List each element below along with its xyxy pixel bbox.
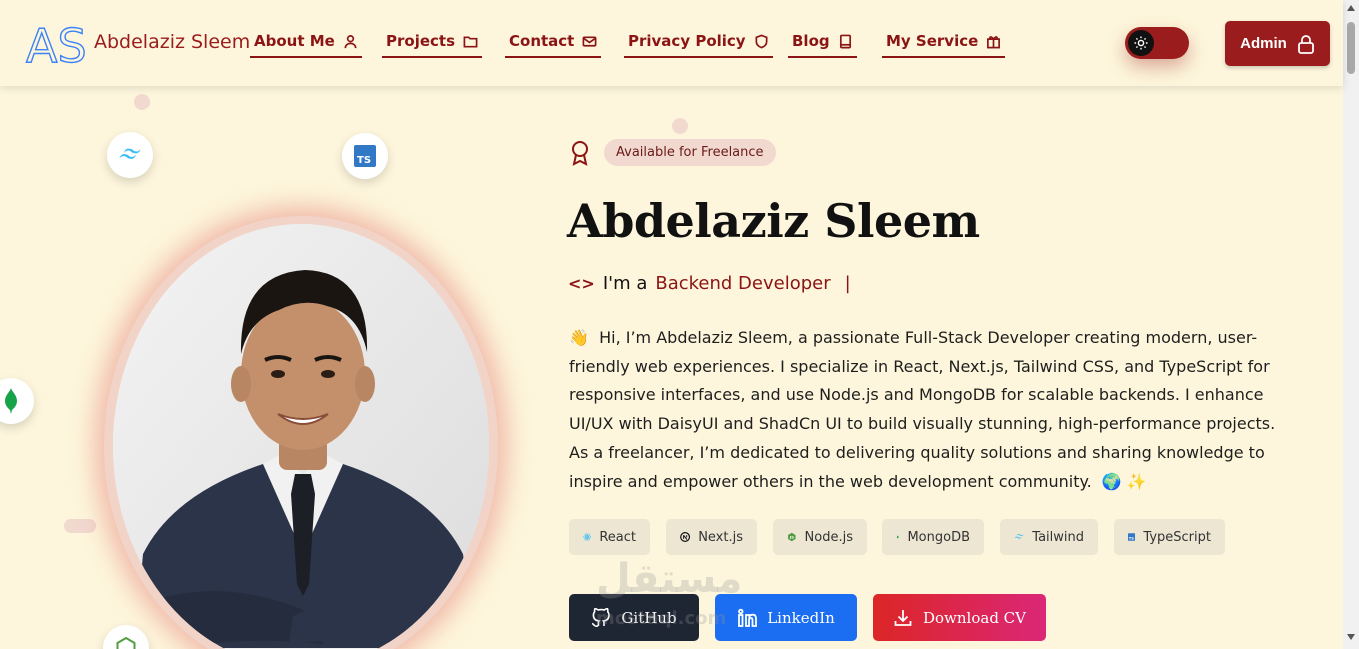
chip-tailwind-label: Tailwind [1032, 529, 1084, 545]
typescript-icon: TS [354, 145, 376, 167]
globe-sparkles-emoji: 🌍 ✨ [1101, 471, 1147, 491]
admin-button[interactable]: Admin [1225, 21, 1330, 66]
chip-nodejs-label: Node.js [804, 529, 853, 545]
nav-projects-label: Projects [386, 32, 456, 50]
nav-projects[interactable]: Projects [382, 32, 483, 58]
role-title: Backend Developer [655, 273, 831, 294]
linkedin-label: LinkedIn [767, 608, 835, 627]
nav-contact-label: Contact [509, 32, 575, 50]
availability-badge: Available for Freelance [604, 139, 776, 166]
theme-toggle[interactable] [1125, 27, 1189, 59]
profile-photo [113, 224, 489, 649]
mongodb-badge [0, 378, 34, 424]
download-cv-button[interactable]: Download CV [873, 594, 1046, 641]
chip-mongodb-label: MongoDB [907, 529, 970, 545]
chip-react-label: React [599, 529, 636, 545]
shield-icon [755, 34, 768, 48]
github-icon [592, 607, 611, 627]
sun-icon [1128, 30, 1154, 56]
mongodb-icon [5, 388, 17, 414]
role-prefix: I'm a [602, 273, 648, 294]
mail-icon [582, 35, 597, 47]
github-button[interactable]: GitHub [569, 594, 699, 641]
chip-nextjs-label: Next.js [698, 529, 743, 545]
nav-privacy-policy-label: Privacy Policy [628, 32, 746, 50]
nav-contact[interactable]: Contact [505, 32, 602, 58]
svg-text:AS: AS [26, 19, 86, 68]
chip-tailwind[interactable]: Tailwind [1000, 519, 1098, 555]
role-line: <> I'm a Backend Developer | [568, 273, 851, 294]
page-scrollbar[interactable] [1343, 0, 1359, 649]
svg-text:JS: JS [789, 536, 794, 540]
github-label: GitHub [621, 608, 677, 627]
svg-text:TS: TS [357, 155, 371, 166]
chip-typescript-label: TypeScript [1143, 529, 1211, 545]
brand-name[interactable]: Abdelaziz Sleem [94, 31, 250, 53]
wave-emoji: 👋 [569, 328, 589, 347]
chip-typescript[interactable]: TS TypeScript [1114, 519, 1225, 555]
mongodb-icon [896, 535, 899, 539]
typescript-badge: TS [342, 133, 388, 179]
logo-icon[interactable]: AS [24, 18, 86, 68]
hero-name: Abdelaziz Sleem [567, 194, 980, 248]
nextjs-icon [680, 532, 691, 542]
bio-text: Hi, I’m Abdelaziz Sleem, a passionate Fu… [569, 328, 1276, 491]
code-icon: <> [568, 274, 595, 293]
decor-pill [64, 519, 96, 533]
linkedin-icon [738, 608, 758, 627]
navbar: AS Abdelaziz Sleem About Me Projects Con… [0, 0, 1343, 86]
typing-cursor: | [844, 273, 851, 294]
admin-label: Admin [1240, 35, 1287, 52]
decor-dot [134, 94, 150, 110]
chip-react[interactable]: React [569, 519, 650, 555]
nav-blog-label: Blog [792, 32, 830, 50]
user-icon [344, 34, 357, 48]
react-icon [583, 533, 592, 541]
chip-mongodb[interactable]: MongoDB [882, 519, 984, 555]
nav-privacy-policy[interactable]: Privacy Policy [624, 32, 773, 58]
lock-icon [1297, 34, 1314, 54]
nodejs-icon [116, 637, 136, 649]
profile-photo-frame [113, 224, 489, 649]
download-cv-label: Download CV [922, 608, 1026, 627]
nodejs-icon: JS [788, 532, 796, 542]
svg-text:TS: TS [1129, 537, 1135, 541]
tailwind-icon [1014, 534, 1024, 539]
nav-about-me-label: About Me [254, 32, 335, 50]
nav-my-service-label: My Service [886, 32, 979, 50]
tailwind-icon [119, 148, 141, 159]
linkedin-button[interactable]: LinkedIn [715, 594, 857, 641]
decor-dot [672, 118, 688, 134]
nav-my-service[interactable]: My Service [882, 32, 1006, 58]
scroll-thumb[interactable] [1347, 22, 1355, 74]
chip-nextjs[interactable]: Next.js [666, 519, 757, 555]
scroll-up-arrow[interactable] [1347, 5, 1355, 11]
tailwind-badge [107, 132, 153, 178]
download-icon [894, 609, 912, 626]
chip-nodejs[interactable]: JS Node.js [773, 519, 867, 555]
nodejs-badge [103, 625, 149, 649]
award-icon [572, 141, 588, 166]
nav-blog[interactable]: Blog [788, 32, 857, 58]
folder-icon [463, 35, 478, 47]
bio-paragraph: 👋 Hi, I’m Abdelaziz Sleem, a passionate … [569, 324, 1289, 496]
nav-about-me[interactable]: About Me [250, 32, 362, 58]
gift-icon [987, 35, 1001, 48]
scroll-down-arrow[interactable] [1347, 634, 1355, 640]
book-icon [839, 34, 851, 48]
typescript-icon: TS [1128, 533, 1136, 541]
